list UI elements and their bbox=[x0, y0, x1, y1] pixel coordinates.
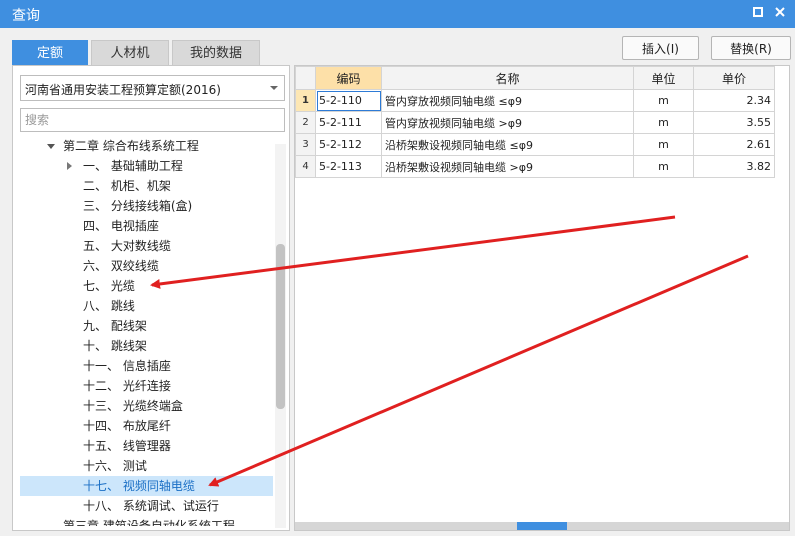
annotation-arrow bbox=[208, 254, 749, 487]
annotation-overlay bbox=[150, 215, 749, 487]
annotation-arrow bbox=[150, 215, 676, 289]
